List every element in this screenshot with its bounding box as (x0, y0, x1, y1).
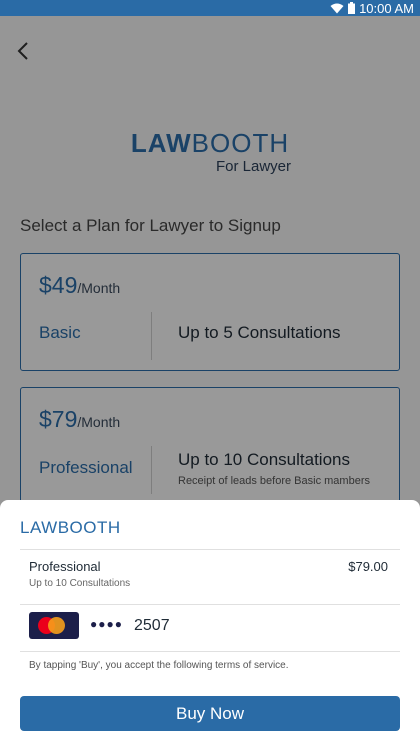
terms-text: By tapping 'Buy', you accept the followi… (29, 660, 289, 671)
battery-icon (348, 2, 356, 14)
card-masked-dots: ●●●● (90, 617, 123, 631)
status-time: 10:00 AM (359, 0, 414, 16)
purchase-item-sub: Up to 10 Consultations (29, 578, 131, 589)
wifi-icon (330, 3, 344, 13)
buy-now-button[interactable]: Buy Now (20, 696, 400, 731)
payment-sheet: LAWBOOTH Professional Up to 10 Consultat… (0, 500, 420, 747)
status-bar: 10:00 AM (0, 0, 420, 16)
divider (20, 549, 400, 550)
divider (20, 651, 400, 652)
sheet-title: LAWBOOTH (20, 518, 121, 537)
mastercard-icon[interactable] (29, 612, 79, 639)
divider (20, 604, 400, 605)
purchase-item-name: Professional (29, 559, 101, 574)
purchase-item-price: $79.00 (348, 559, 388, 574)
card-last4[interactable]: 2507 (134, 617, 170, 635)
